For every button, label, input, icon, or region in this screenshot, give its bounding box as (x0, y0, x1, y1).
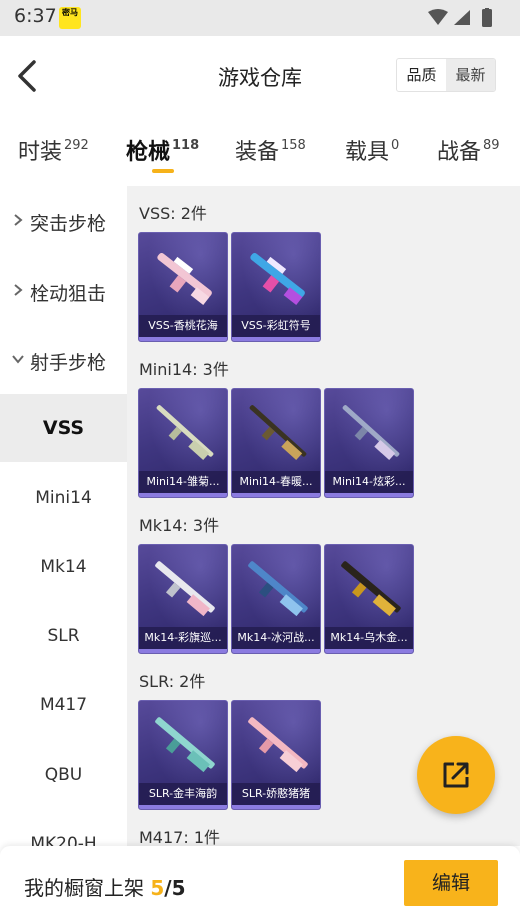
sidebar-item-vss[interactable]: VSS (0, 394, 127, 462)
sidebar-category-label: 突击步枪 (30, 213, 107, 235)
rarity-stripe (139, 805, 227, 809)
tab-count: 158 (281, 138, 306, 153)
shelf-total: 5 (171, 876, 186, 900)
tab-weapons[interactable]: 枪械 118 (126, 134, 200, 173)
group-title-mk14: Mk14: 3件 (139, 516, 220, 535)
tab-count: 0 (391, 138, 400, 153)
weapon-card[interactable]: SLR-金丰海韵 (138, 700, 228, 810)
weapon-card[interactable]: Mini14-春暖... (231, 388, 321, 498)
weapon-card-name: Mk14-冰河战... (232, 627, 320, 649)
tab-label: 枪械 (126, 140, 171, 165)
group-title-mini14: Mini14: 3件 (139, 360, 229, 379)
sidebar-category-assault-rifle[interactable]: 突击步枪 (0, 202, 127, 242)
sort-toggle: 品质 最新 (396, 58, 496, 92)
tab-equipment[interactable]: 装备 158 (235, 134, 306, 166)
rifle-skin-image (155, 561, 215, 617)
tab-label: 时装 (18, 140, 63, 165)
weapon-card-name: SLR-金丰海韵 (139, 783, 227, 805)
shelf-separator: / (164, 876, 172, 900)
weapon-card-name: Mk14-乌木金... (325, 627, 413, 649)
tab-label: 战备 (437, 140, 482, 165)
tab-label: 装备 (235, 140, 280, 165)
chevron-down-icon (12, 355, 24, 364)
sort-latest-button[interactable]: 最新 (446, 59, 495, 91)
rarity-stripe (232, 337, 320, 341)
group-title-vss: VSS: 2件 (139, 204, 207, 223)
weapon-card-name: Mini14-雏菊... (139, 471, 227, 493)
tab-count: 89 (483, 138, 500, 153)
header: 游戏仓库 品质 最新 (0, 36, 520, 116)
tab-vehicles[interactable]: 载具 0 (345, 134, 399, 166)
shelf-status: 我的橱窗上架 5/5 (24, 872, 186, 901)
weapon-card-name: Mk14-彩旗巡... (139, 627, 227, 649)
status-time: 6:37 (14, 5, 57, 27)
rifle-skin-image (248, 561, 308, 617)
weapon-sidebar: 突击步枪 栓动狙击 射手步枪 VSS Mini14 Mk14 SLR M417 … (0, 186, 127, 846)
rarity-stripe (232, 493, 320, 497)
sidebar-item-qbu[interactable]: QBU (0, 741, 127, 809)
tab-count: 292 (64, 138, 89, 153)
rifle-skin-image (249, 405, 307, 461)
weapon-card-name: VSS-香桃花海 (139, 315, 227, 337)
weapon-card-name: SLR-娇憨猪猪 (232, 783, 320, 805)
status-bar: 6:37 密马 (0, 0, 520, 36)
category-tabs: 时装 292 枪械 118 装备 158 载具 0 战备 89 (0, 120, 520, 180)
active-tab-indicator (152, 169, 174, 173)
rarity-stripe (139, 493, 227, 497)
weapon-card[interactable]: Mk14-彩旗巡... (138, 544, 228, 654)
weapon-card[interactable]: VSS-彩虹符号 (231, 232, 321, 342)
rarity-stripe (139, 649, 227, 653)
shelf-label: 我的橱窗上架 (24, 876, 144, 900)
system-status-icons (428, 8, 492, 27)
weapon-card[interactable]: Mini14-炫彩... (324, 388, 414, 498)
rarity-stripe (232, 649, 320, 653)
group-title-m417: M417: 1件 (139, 828, 221, 846)
sidebar-category-bolt-sniper[interactable]: 栓动狙击 (0, 272, 127, 312)
sidebar-category-label: 栓动狙击 (30, 283, 107, 305)
rifle-skin-image (250, 252, 305, 305)
app-notification-icon: 密马 (59, 7, 81, 29)
sidebar-item-mk14[interactable]: Mk14 (0, 533, 127, 601)
tab-battle-gear[interactable]: 战备 89 (437, 134, 500, 166)
rarity-stripe (325, 649, 413, 653)
rarity-stripe (139, 337, 227, 341)
rifle-skin-image (341, 561, 401, 617)
weapon-card[interactable]: Mini14-雏菊... (138, 388, 228, 498)
edit-button[interactable]: 编辑 (404, 860, 498, 906)
weapon-card[interactable]: SLR-娇憨猪猪 (231, 700, 321, 810)
chevron-right-icon (14, 214, 23, 226)
rifle-skin-image (342, 405, 400, 461)
bottom-bar: 我的橱窗上架 5/5 编辑 (0, 846, 520, 924)
sort-quality-button[interactable]: 品质 (397, 59, 446, 91)
rarity-stripe (232, 805, 320, 809)
external-link-icon (443, 762, 469, 788)
sidebar-category-marksman-rifle[interactable]: 射手步枪 (0, 341, 127, 381)
weapon-card[interactable]: Mk14-冰河战... (231, 544, 321, 654)
rifle-skin-image (248, 717, 308, 773)
weapon-card[interactable]: Mk14-乌木金... (324, 544, 414, 654)
sidebar-item-mini14[interactable]: Mini14 (0, 464, 127, 532)
tab-count: 118 (172, 138, 200, 153)
weapon-card-name: Mini14-炫彩... (325, 471, 413, 493)
tab-outfits[interactable]: 时装 292 (18, 134, 89, 166)
sidebar-item-m417[interactable]: M417 (0, 671, 127, 739)
sidebar-category-label: 射手步枪 (30, 352, 107, 374)
chevron-right-icon (14, 284, 23, 296)
weapon-card-name: Mini14-春暖... (232, 471, 320, 493)
sidebar-item-mk20h[interactable]: MK20-H (0, 810, 127, 846)
rifle-skin-image (157, 252, 212, 305)
sidebar-item-slr[interactable]: SLR (0, 602, 127, 670)
share-fab-button[interactable] (417, 736, 495, 814)
rifle-skin-image (156, 405, 214, 461)
shelf-count: 5 (150, 876, 165, 900)
weapon-card[interactable]: VSS-香桃花海 (138, 232, 228, 342)
rarity-stripe (325, 493, 413, 497)
weapon-card-name: VSS-彩虹符号 (232, 315, 320, 337)
group-title-slr: SLR: 2件 (139, 672, 206, 691)
rifle-skin-image (155, 717, 215, 773)
tab-label: 载具 (345, 140, 390, 165)
